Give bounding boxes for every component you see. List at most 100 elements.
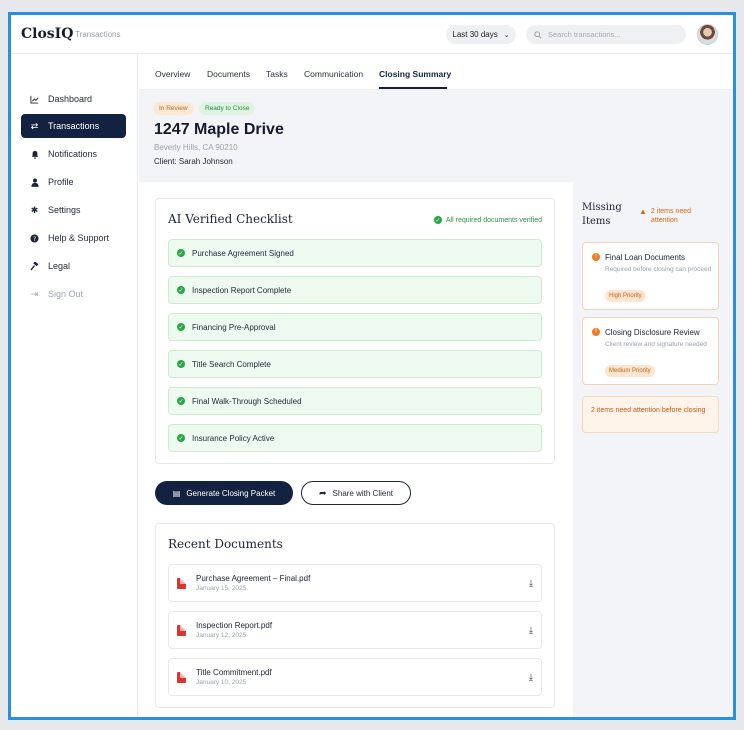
main-panel: Overview Documents Tasks Communication C…	[139, 54, 733, 717]
checklist-item-label: Financing Pre-Approval	[192, 322, 276, 332]
tab-communication[interactable]: Communication	[304, 69, 363, 79]
status-badge-ready: Ready to Close	[199, 102, 256, 115]
document-row[interactable]: Title Commitment.pdf January 10, 2025 ⤓	[168, 658, 542, 696]
generate-closing-packet-button[interactable]: ▤ Generate Closing Packet	[155, 481, 293, 505]
sidebar-item-label: Help & Support	[48, 233, 110, 243]
missing-item-card[interactable]: ! Final Loan Documents Required before c…	[582, 242, 719, 310]
check-circle-icon: ✓	[433, 216, 442, 224]
sidebar-item-label: Settings	[48, 205, 81, 215]
priority-badge: High Priority	[605, 290, 646, 302]
document-name: Title Commitment.pdf	[196, 668, 272, 677]
document-name: Purchase Agreement – Final.pdf	[196, 574, 311, 583]
sidebar-item-sign-out[interactable]: ⇥ Sign Out	[21, 282, 126, 306]
share-icon: ➦	[318, 487, 327, 498]
chevron-down-icon: ⌄	[503, 31, 510, 39]
property-header: In Review Ready to Close 1247 Maple Driv…	[139, 90, 733, 182]
sidebar-item-settings[interactable]: ✱ Settings	[21, 198, 126, 222]
sign-out-icon: ⇥	[30, 288, 39, 299]
checklist-item: ✓ Title Search Complete	[168, 350, 542, 378]
sidebar-item-label: Profile	[48, 177, 74, 187]
gavel-icon	[30, 261, 39, 271]
sidebar-item-notifications[interactable]: Notifications	[21, 142, 126, 166]
status-badge-review: In Review	[153, 102, 194, 115]
checklist-item-label: Purchase Agreement Signed	[192, 248, 294, 258]
check-circle-icon: ✓	[177, 249, 185, 257]
document-date: January 15, 2025	[196, 585, 247, 592]
checklist-item-label: Inspection Report Complete	[192, 285, 292, 295]
document-icon: ▤	[172, 488, 181, 498]
missing-item-title: Final Loan Documents	[605, 253, 686, 262]
sidebar-item-label: Legal	[48, 261, 71, 271]
checklist-item-label: Insurance Policy Active	[192, 433, 275, 443]
document-row[interactable]: Purchase Agreement – Final.pdf January 1…	[168, 564, 542, 602]
missing-items-warning-label: 2 items need attention	[650, 208, 692, 224]
sidebar-item-profile[interactable]: Profile	[21, 170, 126, 194]
search-box[interactable]	[526, 25, 686, 44]
missing-item-title: Closing Disclosure Review	[605, 328, 700, 337]
check-circle-icon: ✓	[177, 397, 185, 405]
checklist-item: ✓ Insurance Policy Active	[168, 424, 542, 452]
date-range-select[interactable]: Last 30 days ⌄	[446, 25, 516, 44]
verified-status: ✓ All required documents verified	[433, 216, 542, 224]
page-title: 1247 Maple Drive	[154, 121, 284, 138]
checklist-item-label: Title Search Complete	[192, 359, 271, 369]
svg-text:?: ?	[33, 235, 36, 242]
missing-items-warning: ▲ 2 items need attention	[639, 207, 706, 225]
checklist-item: ✓ Inspection Report Complete	[168, 276, 542, 304]
recent-documents-card: Recent Documents Purchase Agreement – Fi…	[155, 523, 555, 708]
top-bar: ClosIQ Transactions Last 30 days ⌄	[11, 15, 733, 54]
verified-status-label: All required documents verified	[445, 216, 542, 224]
document-row[interactable]: Inspection Report.pdf January 12, 2025 ⤓	[168, 611, 542, 649]
sidebar-item-transactions[interactable]: ⇄ Transactions	[21, 114, 126, 138]
download-icon[interactable]: ⤓	[529, 672, 533, 683]
warning-icon: ▲	[639, 207, 647, 216]
property-city: Beverly Hills, CA 90210	[154, 143, 238, 152]
sidebar-item-dashboard[interactable]: Dashboard	[21, 87, 126, 111]
sidebar-item-label: Dashboard	[48, 94, 93, 104]
chart-line-icon	[30, 95, 39, 104]
checklist-item-label: Final Walk-Through Scheduled	[192, 396, 302, 406]
user-icon	[30, 178, 39, 187]
active-tab-indicator	[379, 87, 447, 89]
search-input[interactable]	[548, 30, 678, 39]
alert-icon: !	[592, 328, 600, 336]
checklist-title: AI Verified Checklist	[168, 212, 293, 226]
checklist-card: AI Verified Checklist ✓ All required doc…	[155, 198, 555, 464]
missing-item-desc: Client review and signature needed	[605, 341, 707, 348]
question-circle-icon: ?	[30, 233, 39, 243]
checklist-item: ✓ Final Walk-Through Scheduled	[168, 387, 542, 415]
share-button-label: Share with Client	[332, 488, 394, 498]
sidebar-item-legal[interactable]: Legal	[21, 254, 126, 278]
sidebar-item-label: Transactions	[48, 121, 100, 131]
sidebar-item-label: Sign Out	[48, 289, 84, 299]
sidebar-item-help[interactable]: ? Help & Support	[21, 226, 126, 250]
pdf-file-icon	[177, 671, 186, 683]
tab-overview[interactable]: Overview	[155, 69, 190, 79]
tab-closing-summary[interactable]: Closing Summary	[379, 69, 451, 79]
date-range-label: Last 30 days	[452, 30, 498, 39]
tab-tasks[interactable]: Tasks	[266, 69, 288, 79]
download-icon[interactable]: ⤓	[529, 578, 533, 589]
document-date: January 10, 2025	[196, 679, 247, 686]
avatar[interactable]	[697, 24, 718, 45]
check-circle-icon: ✓	[177, 434, 185, 442]
document-name: Inspection Report.pdf	[196, 621, 273, 630]
check-circle-icon: ✓	[177, 360, 185, 368]
tab-documents[interactable]: Documents	[207, 69, 250, 79]
content-area: AI Verified Checklist ✓ All required doc…	[139, 182, 573, 717]
checklist-item: ✓ Purchase Agreement Signed	[168, 239, 542, 267]
brand-logo[interactable]: ClosIQ	[21, 26, 73, 42]
missing-item-desc: Required before closing can proceed	[605, 266, 712, 273]
missing-item-card[interactable]: ! Closing Disclosure Review Client revie…	[582, 317, 719, 385]
swap-arrows-icon: ⇄	[30, 120, 39, 131]
app-window: ClosIQ Transactions Last 30 days ⌄ Dashb…	[8, 12, 736, 720]
recent-documents-title: Recent Documents	[168, 537, 283, 551]
download-icon[interactable]: ⤓	[529, 625, 533, 636]
pdf-file-icon	[177, 624, 186, 636]
client-name: Client: Sarah Johnson	[154, 157, 233, 166]
search-icon	[534, 30, 542, 39]
check-circle-icon: ✓	[177, 286, 185, 294]
check-circle-icon: ✓	[177, 323, 185, 331]
bell-icon	[30, 150, 39, 159]
share-with-client-button[interactable]: ➦ Share with Client	[301, 481, 411, 505]
